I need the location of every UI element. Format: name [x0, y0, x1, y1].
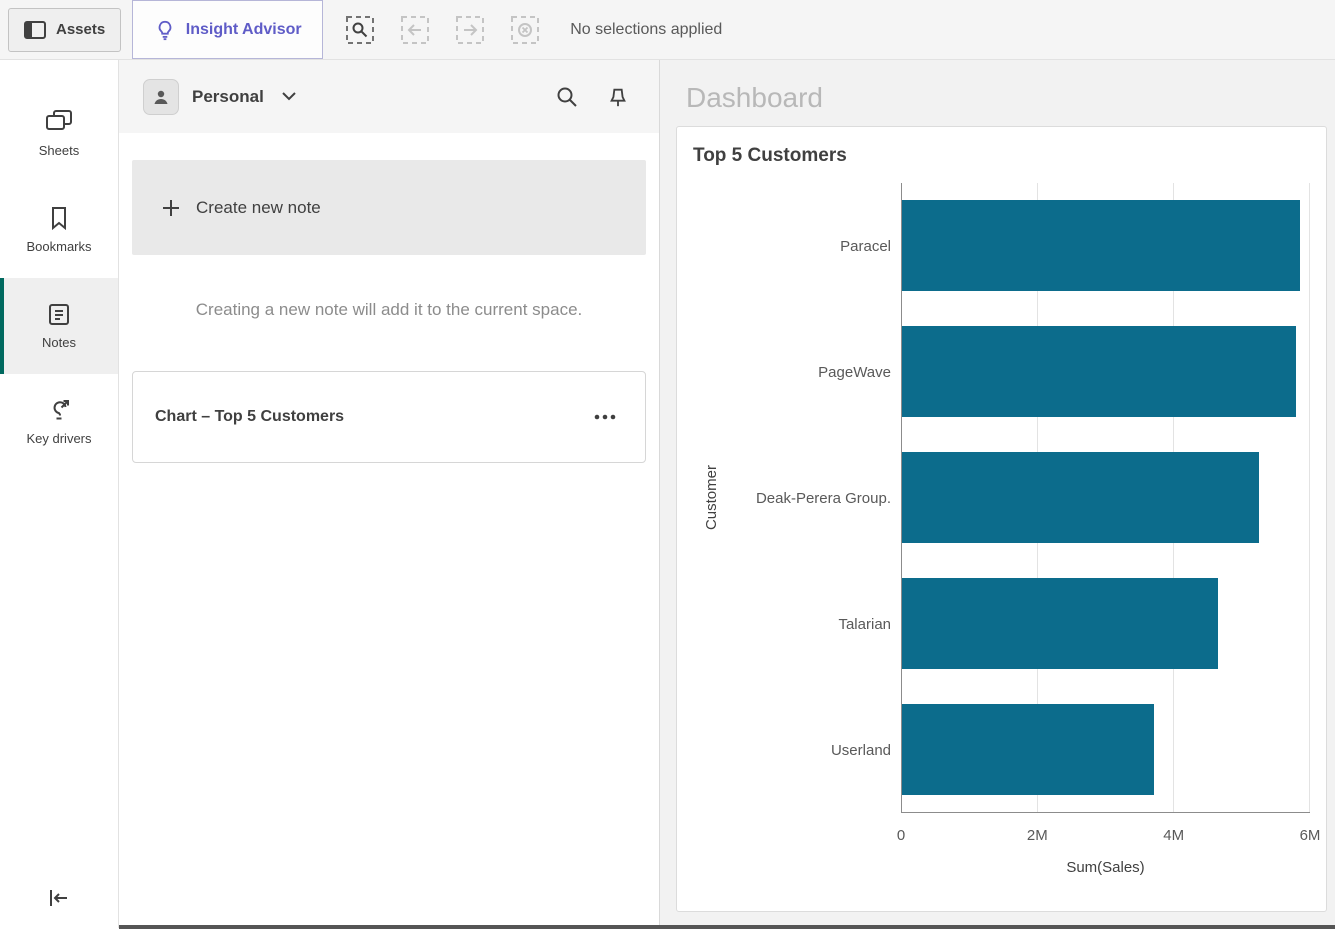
bar-row [902, 560, 1310, 686]
user-avatar-icon [151, 87, 171, 107]
selections-status: No selections applied [570, 21, 722, 39]
bar-category-label: PageWave [729, 309, 901, 435]
plus-icon [161, 198, 181, 218]
key-drivers-icon [47, 398, 71, 422]
chevron-down-icon[interactable] [282, 92, 296, 101]
bar-row [902, 309, 1310, 435]
chart-title: Top 5 Customers [693, 145, 1310, 167]
pin-panel-icon[interactable] [603, 82, 633, 112]
pin-icon [607, 86, 629, 108]
selections-forward-icon[interactable] [455, 15, 485, 45]
note-list-item[interactable]: Chart – Top 5 Customers [132, 371, 646, 463]
more-menu-icon [593, 414, 617, 420]
insight-advisor-tab[interactable]: Insight Advisor [132, 0, 323, 59]
notes-panel: Personal [119, 60, 660, 928]
y-axis-title-container: Customer [693, 183, 729, 813]
bar-category-label: Deak-Perera Group. [729, 435, 901, 561]
chart-object: Top 5 Customers Customer ParacelPageWave… [676, 126, 1327, 912]
x-tick-label: 2M [1027, 827, 1048, 844]
assets-panel-icon [24, 21, 46, 39]
bar-chart: Customer ParacelPageWaveDeak-Perera Grou… [693, 183, 1310, 876]
lightbulb-icon [154, 19, 176, 41]
bar-pagewave[interactable] [902, 326, 1296, 417]
sidebar-item-label: Notes [42, 335, 76, 350]
x-tick-label: 0 [897, 827, 905, 844]
sidebar-item-key-drivers[interactable]: Key drivers [0, 374, 118, 470]
clear-selections-icon[interactable] [510, 15, 540, 45]
search-notes-icon[interactable] [551, 81, 583, 113]
assets-button[interactable]: Assets [8, 8, 121, 52]
x-axis-spacer [693, 813, 901, 859]
bar-category-label: Talarian [729, 561, 901, 687]
sheet-title: Dashboard [660, 60, 1335, 126]
app-window: Assets Insight Advisor [0, 0, 1335, 929]
note-more-menu-button[interactable] [587, 408, 623, 426]
bar-talarian[interactable] [902, 578, 1218, 669]
x-axis-spacer [693, 859, 901, 876]
sheet-area: Dashboard Top 5 Customers Customer Parac… [660, 60, 1335, 928]
bars-layer [902, 183, 1310, 812]
sidebar-item-label: Key drivers [26, 431, 91, 446]
assets-sidebar: Sheets Bookmarks Notes [0, 60, 119, 928]
bar-deak-perera-group-[interactable] [902, 452, 1259, 543]
notes-icon [47, 302, 71, 326]
bar-row [902, 686, 1310, 812]
sidebar-item-notes[interactable]: Notes [0, 278, 118, 374]
assets-button-label: Assets [56, 21, 105, 38]
x-tick-label: 6M [1300, 827, 1321, 844]
bar-row [902, 183, 1310, 309]
sidebar-item-sheets[interactable]: Sheets [0, 86, 118, 182]
space-avatar [143, 79, 179, 115]
x-axis: 02M4M6M [693, 813, 1310, 859]
bar-userland[interactable] [902, 704, 1154, 795]
create-note-label: Create new note [196, 198, 321, 218]
x-axis-title-row: Sum(Sales) [693, 859, 1310, 876]
horizontal-scrollbar[interactable] [119, 925, 1335, 929]
bar-category-label: Userland [729, 687, 901, 813]
note-title: Chart – Top 5 Customers [155, 408, 344, 426]
notes-panel-header: Personal [119, 60, 659, 133]
sheets-icon [46, 110, 72, 134]
bar-row [902, 435, 1310, 561]
y-axis-title: Customer [703, 465, 720, 530]
selections-toolbar [345, 15, 540, 45]
plot-area [901, 183, 1310, 813]
selections-back-icon[interactable] [400, 15, 430, 45]
bookmark-icon [50, 206, 68, 230]
x-axis-ticks: 02M4M6M [901, 813, 1310, 859]
search-selections-icon[interactable] [345, 15, 375, 45]
collapse-panel-icon [47, 888, 71, 908]
x-tick-label: 4M [1163, 827, 1184, 844]
top-toolbar: Assets Insight Advisor [0, 0, 1335, 60]
x-axis-title: Sum(Sales) [901, 859, 1310, 876]
space-selector[interactable]: Personal [192, 87, 264, 107]
y-axis-labels: ParacelPageWaveDeak-Perera Group.Talaria… [729, 183, 901, 813]
create-note-hint: Creating a new note will add it to the c… [119, 300, 659, 320]
collapse-sidebar-button[interactable] [41, 882, 77, 914]
sidebar-item-label: Bookmarks [26, 239, 91, 254]
bar-category-label: Paracel [729, 183, 901, 309]
sidebar-item-label: Sheets [39, 143, 79, 158]
sidebar-item-bookmarks[interactable]: Bookmarks [0, 182, 118, 278]
search-icon [555, 85, 579, 109]
insight-advisor-label: Insight Advisor [186, 21, 302, 39]
create-new-note-button[interactable]: Create new note [132, 160, 646, 255]
bar-paracel[interactable] [902, 200, 1300, 291]
